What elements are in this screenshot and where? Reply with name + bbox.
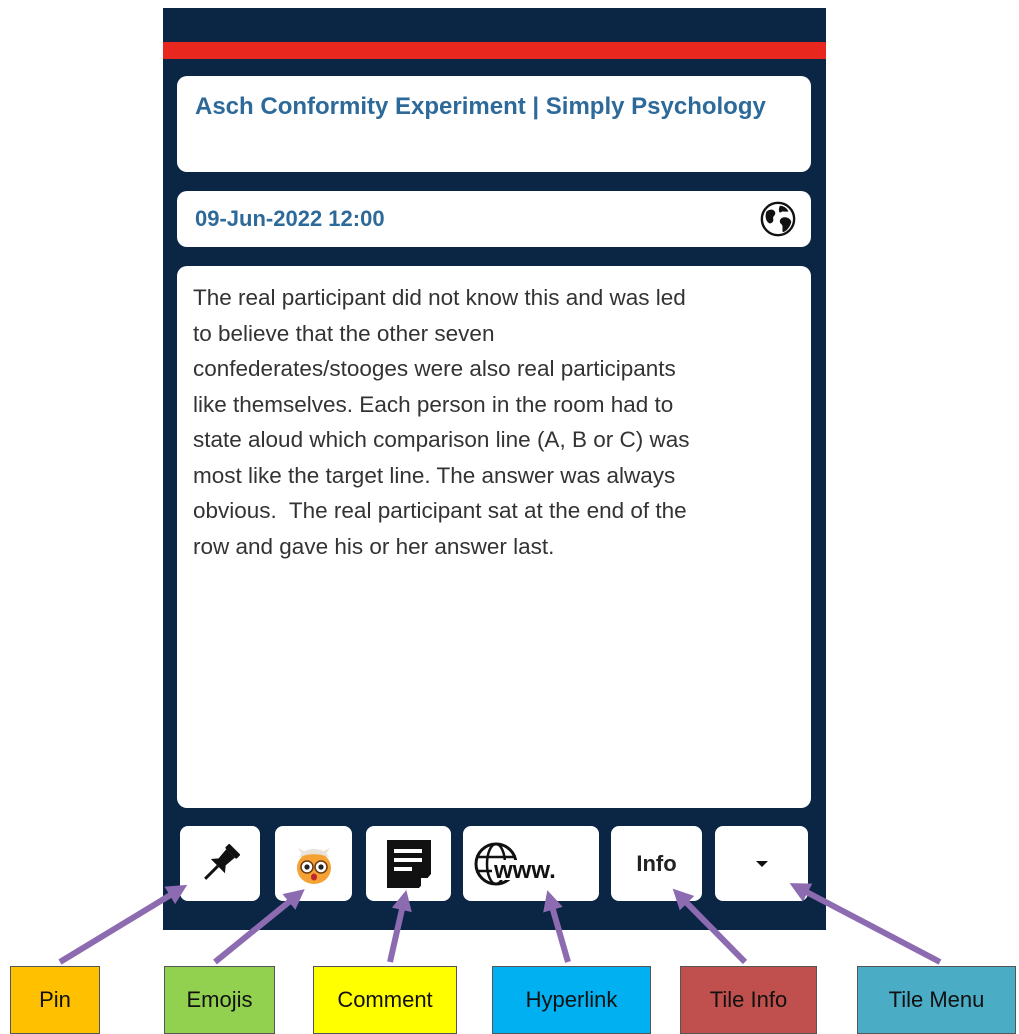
info-label: Info — [636, 850, 677, 876]
legend-comment: Comment — [313, 966, 457, 1034]
legend-emojis: Emojis — [164, 966, 275, 1034]
comment-button[interactable] — [366, 826, 451, 901]
padlet-tile: Asch Conformity Experiment | Simply Psyc… — [163, 8, 826, 930]
pin-button[interactable] — [180, 826, 260, 901]
globe-icon[interactable] — [759, 200, 797, 238]
body-card: The real participant did not know this a… — [177, 266, 811, 808]
pushpin-icon — [204, 843, 241, 880]
tile-menu-button[interactable] — [715, 826, 808, 901]
tile-body: The real participant did not know this a… — [193, 285, 690, 559]
hyperlink-button[interactable]: www. — [463, 826, 599, 901]
comment-note-icon — [386, 839, 431, 888]
date-card: 09-Jun-2022 12:00 — [177, 191, 811, 247]
tile-info-button[interactable]: Info — [611, 826, 702, 901]
tile-title[interactable]: Asch Conformity Experiment | Simply Psyc… — [195, 88, 793, 126]
tile-date: 09-Jun-2022 12:00 — [195, 206, 385, 231]
globe-www-icon: www. — [474, 842, 588, 885]
owl-emoji-icon — [296, 847, 331, 884]
legend-pin: Pin — [10, 966, 100, 1034]
svg-text:www.: www. — [493, 857, 556, 884]
accent-bar — [163, 42, 826, 59]
emoji-button[interactable] — [275, 826, 352, 901]
legend-tile-info: Tile Info — [680, 966, 817, 1034]
legend-hyperlink: Hyperlink — [492, 966, 651, 1034]
caret-down-icon — [755, 860, 768, 867]
title-card[interactable]: Asch Conformity Experiment | Simply Psyc… — [177, 76, 811, 172]
legend-tile-menu: Tile Menu — [857, 966, 1016, 1034]
